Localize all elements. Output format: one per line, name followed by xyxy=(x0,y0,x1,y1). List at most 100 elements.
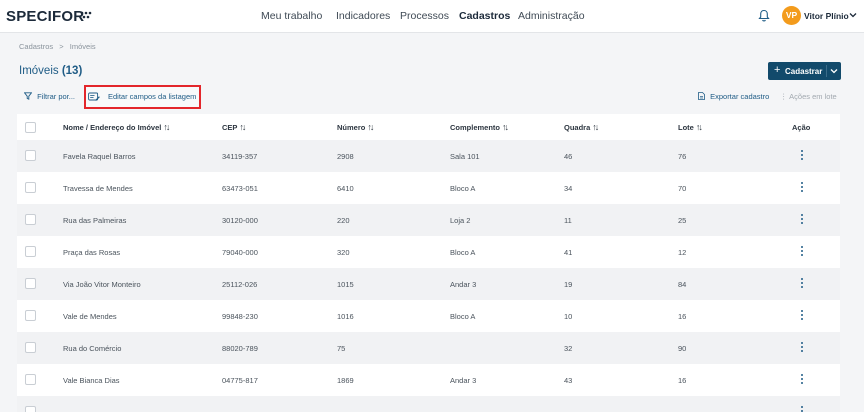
cell-quadra: 43 xyxy=(564,375,573,385)
cell-name: Favela Raquel Barros xyxy=(63,151,136,161)
cell-name: Travessa de Mendes xyxy=(63,183,133,193)
page-title: Imóveis (13) xyxy=(19,65,82,77)
chevron-down-icon[interactable] xyxy=(849,12,857,18)
row-checkbox[interactable] xyxy=(25,406,36,412)
header-name-label: Nome / Endereço do Imóvel xyxy=(63,122,162,132)
table-row[interactable]: Rua do Comércio 88020-789 75 32 90 xyxy=(17,332,840,364)
kebab-icon[interactable] xyxy=(800,374,804,386)
row-checkbox[interactable] xyxy=(25,342,36,353)
table-row[interactable]: Vale de Mendes 99848-230 1016 Bloco A 10… xyxy=(17,300,840,332)
cell-cep: 25112-026 xyxy=(222,279,258,289)
cell-complemento: Andar 3 xyxy=(450,279,477,289)
sort-icon: ↑↓ xyxy=(163,122,170,132)
cell-complemento: Andar 3 xyxy=(450,375,477,385)
breadcrumb-root[interactable]: Cadastros xyxy=(19,42,53,51)
kebab-icon[interactable] xyxy=(800,342,804,354)
select-all-checkbox[interactable] xyxy=(25,122,36,133)
row-checkbox[interactable] xyxy=(25,310,36,321)
batch-actions-button[interactable]: ⋮ Ações em lote xyxy=(780,92,837,101)
nav-processos[interactable]: Processos xyxy=(400,10,449,22)
kebab-icon[interactable] xyxy=(800,310,804,322)
export-button[interactable]: Exportar cadastro xyxy=(698,92,769,101)
breadcrumb-current: Imóveis xyxy=(69,42,96,51)
sort-icon: ↑↓ xyxy=(592,122,599,132)
filter-button[interactable]: Filtrar por... xyxy=(23,92,76,101)
table-row-partial[interactable] xyxy=(17,396,840,412)
row-checkbox[interactable] xyxy=(25,150,36,161)
header-name[interactable]: Nome / Endereço do Imóvel ↑↓ xyxy=(63,114,170,140)
edit-list-icon xyxy=(88,92,100,101)
cell-lote: 12 xyxy=(678,247,687,257)
cadastrar-button[interactable]: + Cadastrar xyxy=(768,62,841,80)
logo[interactable]: SPECIFOR xyxy=(6,8,84,25)
filter-icon xyxy=(23,92,33,100)
header-complemento-label: Complemento xyxy=(450,122,501,132)
cell-name: Rua do Comércio xyxy=(63,343,122,353)
kebab-icon[interactable] xyxy=(800,406,804,412)
cell-numero: 1015 xyxy=(337,279,354,289)
page-title-text: Imóveis xyxy=(19,65,59,77)
table-row[interactable]: Praça das Rosas 79040-000 320 Bloco A 41… xyxy=(17,236,840,268)
bell-icon[interactable] xyxy=(758,9,770,22)
header-lote-label: Lote xyxy=(678,122,694,132)
cell-lote: 76 xyxy=(678,151,687,161)
nav-administracao[interactable]: Administração xyxy=(518,10,585,22)
cell-cep: 99848-230 xyxy=(222,311,258,321)
cell-numero: 320 xyxy=(337,247,350,257)
plus-icon: + xyxy=(774,64,781,76)
header-numero-label: Número xyxy=(337,122,366,132)
nav-meu-trabalho[interactable]: Meu trabalho xyxy=(261,10,322,22)
header-quadra[interactable]: Quadra ↑↓ xyxy=(564,114,599,140)
cell-lote: 16 xyxy=(678,375,687,385)
breadcrumb: Cadastros > Imóveis xyxy=(19,42,96,51)
filter-label: Filtrar por... xyxy=(37,92,76,101)
row-checkbox[interactable] xyxy=(25,278,36,289)
table-row[interactable]: Via João Vitor Monteiro 25112-026 1015 A… xyxy=(17,268,840,300)
edit-fields-button[interactable]: Editar campos da listagem xyxy=(108,92,196,101)
cell-name: Vale Bianca Dias xyxy=(63,375,120,385)
kebab-icon[interactable] xyxy=(800,214,804,226)
header-acao: Ação xyxy=(792,122,811,132)
header-cep-label: CEP xyxy=(222,122,238,132)
user-name[interactable]: Vitor Plínio xyxy=(804,11,849,21)
cell-lote: 84 xyxy=(678,279,687,289)
cell-name: Praça das Rosas xyxy=(63,247,121,257)
kebab-icon[interactable] xyxy=(800,246,804,258)
avatar[interactable]: VP xyxy=(782,6,801,25)
header-numero[interactable]: Número ↑↓ xyxy=(337,114,374,140)
cell-lote: 16 xyxy=(678,311,687,321)
row-checkbox[interactable] xyxy=(25,374,36,385)
cell-lote: 90 xyxy=(678,343,687,353)
cell-complemento: Loja 2 xyxy=(450,215,471,225)
cell-cep: 04775-817 xyxy=(222,375,258,385)
chevron-down-icon[interactable] xyxy=(830,68,838,74)
row-checkbox[interactable] xyxy=(25,182,36,193)
table-header: Nome / Endereço do Imóvel ↑↓ CEP ↑↓ Número… xyxy=(17,114,840,140)
row-checkbox[interactable] xyxy=(25,246,36,257)
logo-dots-icon xyxy=(80,11,92,19)
kebab-icon[interactable] xyxy=(800,182,804,194)
cell-lote: 25 xyxy=(678,215,687,225)
kebab-icon[interactable] xyxy=(800,150,804,162)
cell-lote: 70 xyxy=(678,183,687,193)
cell-cep: 88020-789 xyxy=(222,343,258,353)
table-row[interactable]: Vale Bianca Dias 04775-817 1869 Andar 3 … xyxy=(17,364,840,396)
kebab-icon[interactable] xyxy=(800,278,804,290)
header-complemento[interactable]: Complemento ↑↓ xyxy=(450,114,509,140)
cell-quadra: 32 xyxy=(564,343,573,353)
header-cep[interactable]: CEP ↑↓ xyxy=(222,114,246,140)
cell-numero: 220 xyxy=(337,215,350,225)
properties-table: Nome / Endereço do Imóvel ↑↓ CEP ↑↓ Número… xyxy=(17,114,840,412)
table-row[interactable]: Favela Raquel Barros 34119-357 2908 Sala… xyxy=(17,140,840,172)
header-lote[interactable]: Lote ↑↓ xyxy=(678,114,703,140)
row-checkbox[interactable] xyxy=(25,214,36,225)
table-row[interactable]: Rua das Palmeiras 30120-000 220 Loja 2 1… xyxy=(17,204,840,236)
table-row[interactable]: Travessa de Mendes 63473-051 6410 Bloco … xyxy=(17,172,840,204)
nav-indicadores[interactable]: Indicadores xyxy=(336,10,390,22)
cell-quadra: 34 xyxy=(564,183,573,193)
header-quadra-label: Quadra xyxy=(564,122,591,132)
sort-icon: ↑↓ xyxy=(367,122,374,132)
cell-name: Vale de Mendes xyxy=(63,311,117,321)
cell-cep: 34119-357 xyxy=(222,151,258,161)
nav-cadastros[interactable]: Cadastros xyxy=(459,10,510,22)
